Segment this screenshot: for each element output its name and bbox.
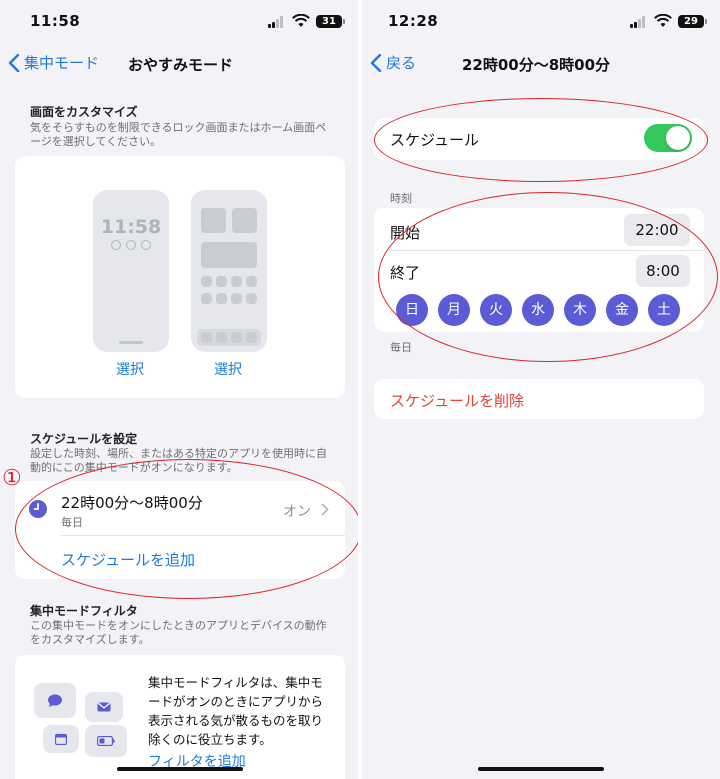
battery-indicator: 31 <box>316 15 345 28</box>
page-title: おやすみモード <box>128 56 234 74</box>
app-icon <box>201 276 212 287</box>
battery-indicator: 29 <box>678 15 707 28</box>
home-bar <box>119 341 143 344</box>
widget <box>232 208 257 233</box>
calendar-icon <box>43 725 79 753</box>
nav-bar: 戻る 22時00分～8時00分 <box>362 50 720 78</box>
annotation-ellipse <box>374 98 708 182</box>
delete-row: スケジュールを削除 <box>374 379 704 419</box>
app-icon <box>216 293 227 304</box>
repeat-summary: 毎日 <box>390 341 412 354</box>
select-lock-screen-button[interactable]: 選択 <box>116 359 144 379</box>
filter-heading: 集中モードフィルタ <box>30 604 138 618</box>
chevron-left-icon <box>370 53 382 72</box>
home-screen-preview[interactable] <box>191 190 267 352</box>
battery-mode-icon <box>85 725 127 757</box>
customize-description: 気をそらすものを制限できるロック画面またはホーム画面ページを選択してください。 <box>30 121 327 148</box>
status-time: 12:28 <box>388 12 439 30</box>
message-icon <box>34 683 76 718</box>
lock-screen-time: 11:58 <box>100 216 162 238</box>
back-button[interactable]: 戻る <box>370 52 416 73</box>
time-heading: 時刻 <box>390 192 412 205</box>
signal-icon <box>268 16 284 28</box>
app-icon <box>201 293 212 304</box>
back-label: 集中モード <box>24 54 100 72</box>
annotation-number: ① <box>2 466 22 491</box>
lock-screen-widgets <box>93 240 169 250</box>
select-home-screen-button[interactable]: 選択 <box>214 359 242 379</box>
page-title: 22時00分～8時00分 <box>462 56 611 74</box>
app-icon <box>246 276 257 287</box>
delete-schedule-button[interactable]: スケジュールを削除 <box>390 390 524 411</box>
left-screen: 11:58 31 集中モード おやすみモード 画面をカスタマイズ 気をそらすもの… <box>0 0 358 779</box>
nav-bar: 集中モード おやすみモード <box>0 50 358 78</box>
annotation-ellipse <box>378 192 718 362</box>
wifi-icon <box>292 14 310 27</box>
status-time: 11:58 <box>30 12 81 30</box>
chevron-left-icon <box>8 53 20 72</box>
app-icon <box>216 276 227 287</box>
schedule-heading: スケジュールを設定 <box>30 432 138 446</box>
signal-icon <box>630 16 646 28</box>
status-bar: 12:28 29 <box>362 12 720 34</box>
back-button[interactable]: 集中モード <box>8 52 99 73</box>
lock-screen-preview[interactable]: 11:58 <box>93 190 169 352</box>
app-icon <box>246 293 257 304</box>
right-screen: 12:28 29 戻る 22時00分～8時00分 スケジュール 時刻 開始 22… <box>362 0 720 779</box>
wifi-icon <box>654 14 672 27</box>
customize-heading: 画面をカスタマイズ <box>30 105 138 119</box>
home-indicator <box>117 767 243 771</box>
filter-explanation: 集中モードフィルタは、集中モードがオンのときにアプリから表示される気が散るものを… <box>148 675 324 747</box>
filter-card: 集中モードフィルタは、集中モードがオンのときにアプリから表示される気が散るものを… <box>15 655 345 779</box>
widget <box>201 242 257 268</box>
dock <box>197 329 261 346</box>
back-label: 戻る <box>386 54 417 72</box>
annotation-ellipse <box>15 459 358 599</box>
status-bar: 11:58 31 <box>0 12 358 34</box>
filter-description: この集中モードをオンにしたときのアプリとデバイスの動作をカスタマイズします。 <box>30 619 327 646</box>
app-icon <box>231 276 242 287</box>
home-indicator <box>478 767 604 771</box>
customize-card: 11:58 選択 選択 <box>15 156 345 398</box>
widget <box>201 208 226 233</box>
mail-icon <box>85 692 123 722</box>
app-icon <box>231 293 242 304</box>
